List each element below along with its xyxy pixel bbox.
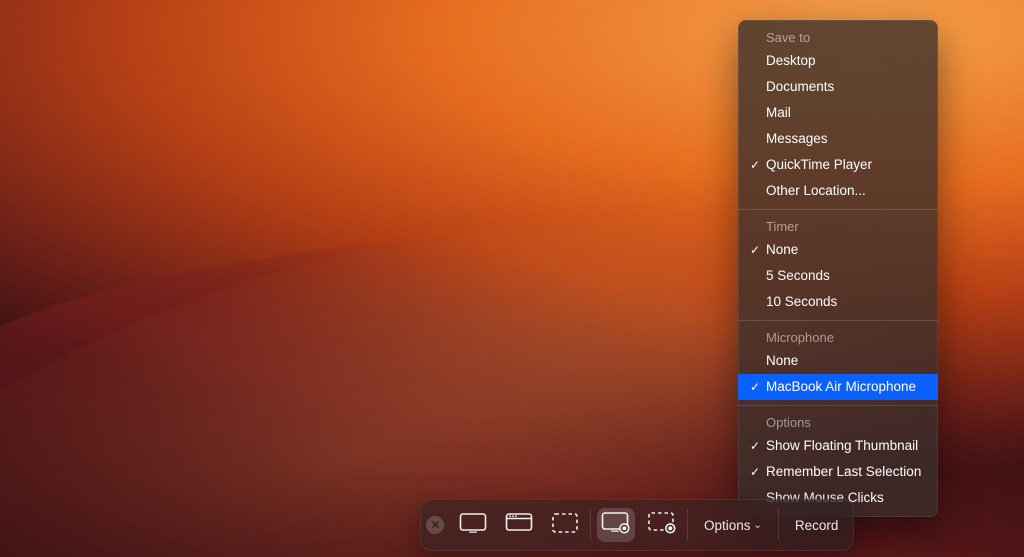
close-icon — [431, 516, 440, 534]
options-button[interactable]: Options ⌄ — [694, 512, 772, 539]
saveto-documents[interactable]: ✓ Documents — [738, 74, 938, 100]
menu-label: Show Floating Thumbnail — [766, 436, 918, 456]
saveto-desktop[interactable]: ✓ Desktop — [738, 48, 938, 74]
record-button[interactable]: Record — [785, 512, 849, 539]
toolbar-divider — [687, 509, 688, 541]
options-label: Options — [704, 518, 751, 533]
menu-label: Other Location... — [766, 181, 866, 201]
saveto-quicktime[interactable]: ✓ QuickTime Player — [738, 152, 938, 178]
menu-label: Messages — [766, 129, 828, 149]
saveto-mail[interactable]: ✓ Mail — [738, 100, 938, 126]
options-header: Options — [738, 411, 938, 433]
timer-none[interactable]: ✓ None — [738, 237, 938, 263]
menu-label: Desktop — [766, 51, 816, 71]
check-icon: ✓ — [748, 243, 762, 257]
opt-remember-last[interactable]: ✓ Remember Last Selection — [738, 459, 938, 485]
menu-label: None — [766, 351, 798, 371]
check-icon: ✓ — [748, 158, 762, 172]
screen-record-icon — [601, 511, 631, 540]
menu-label: 5 Seconds — [766, 266, 830, 286]
saveto-other[interactable]: ✓ Other Location... — [738, 178, 938, 204]
close-button[interactable] — [426, 516, 444, 534]
menu-separator — [738, 320, 938, 321]
microphone-header: Microphone — [738, 326, 938, 348]
menu-label: 10 Seconds — [766, 292, 837, 312]
check-icon: ✓ — [748, 465, 762, 479]
timer-header: Timer — [738, 215, 938, 237]
check-icon: ✓ — [748, 380, 762, 394]
menu-label: None — [766, 240, 798, 260]
dashed-record-icon — [647, 511, 677, 540]
menu-label: MacBook Air Microphone — [766, 377, 916, 397]
timer-10s[interactable]: ✓ 10 Seconds — [738, 289, 938, 315]
record-selected-portion-button[interactable] — [643, 508, 681, 542]
record-entire-screen-button[interactable] — [597, 508, 635, 542]
menu-label: Remember Last Selection — [766, 462, 921, 482]
dashed-rect-icon — [551, 512, 579, 539]
screenshot-toolbar: Options ⌄ Record — [420, 499, 854, 551]
menu-separator — [738, 209, 938, 210]
capture-entire-screen-button[interactable] — [454, 508, 492, 542]
toolbar-divider — [590, 509, 591, 541]
menu-label: Mail — [766, 103, 791, 123]
options-popover: Save to ✓ Desktop ✓ Documents ✓ Mail ✓ M… — [738, 20, 938, 517]
capture-selected-window-button[interactable] — [500, 508, 538, 542]
mic-macbook-air[interactable]: ✓ MacBook Air Microphone — [738, 374, 938, 400]
menu-label: Documents — [766, 77, 834, 97]
menu-label: QuickTime Player — [766, 155, 872, 175]
timer-5s[interactable]: ✓ 5 Seconds — [738, 263, 938, 289]
menu-separator — [738, 405, 938, 406]
opt-floating-thumbnail[interactable]: ✓ Show Floating Thumbnail — [738, 433, 938, 459]
capture-group — [454, 508, 584, 542]
saveto-header: Save to — [738, 26, 938, 48]
saveto-messages[interactable]: ✓ Messages — [738, 126, 938, 152]
window-rect-icon — [505, 512, 533, 539]
check-icon: ✓ — [748, 439, 762, 453]
capture-selected-portion-button[interactable] — [546, 508, 584, 542]
screen-rect-icon — [459, 512, 487, 539]
chevron-down-icon: ⌄ — [754, 520, 762, 531]
mic-none[interactable]: ✓ None — [738, 348, 938, 374]
record-group — [597, 508, 681, 542]
toolbar-divider — [778, 509, 779, 541]
record-label: Record — [795, 518, 839, 533]
